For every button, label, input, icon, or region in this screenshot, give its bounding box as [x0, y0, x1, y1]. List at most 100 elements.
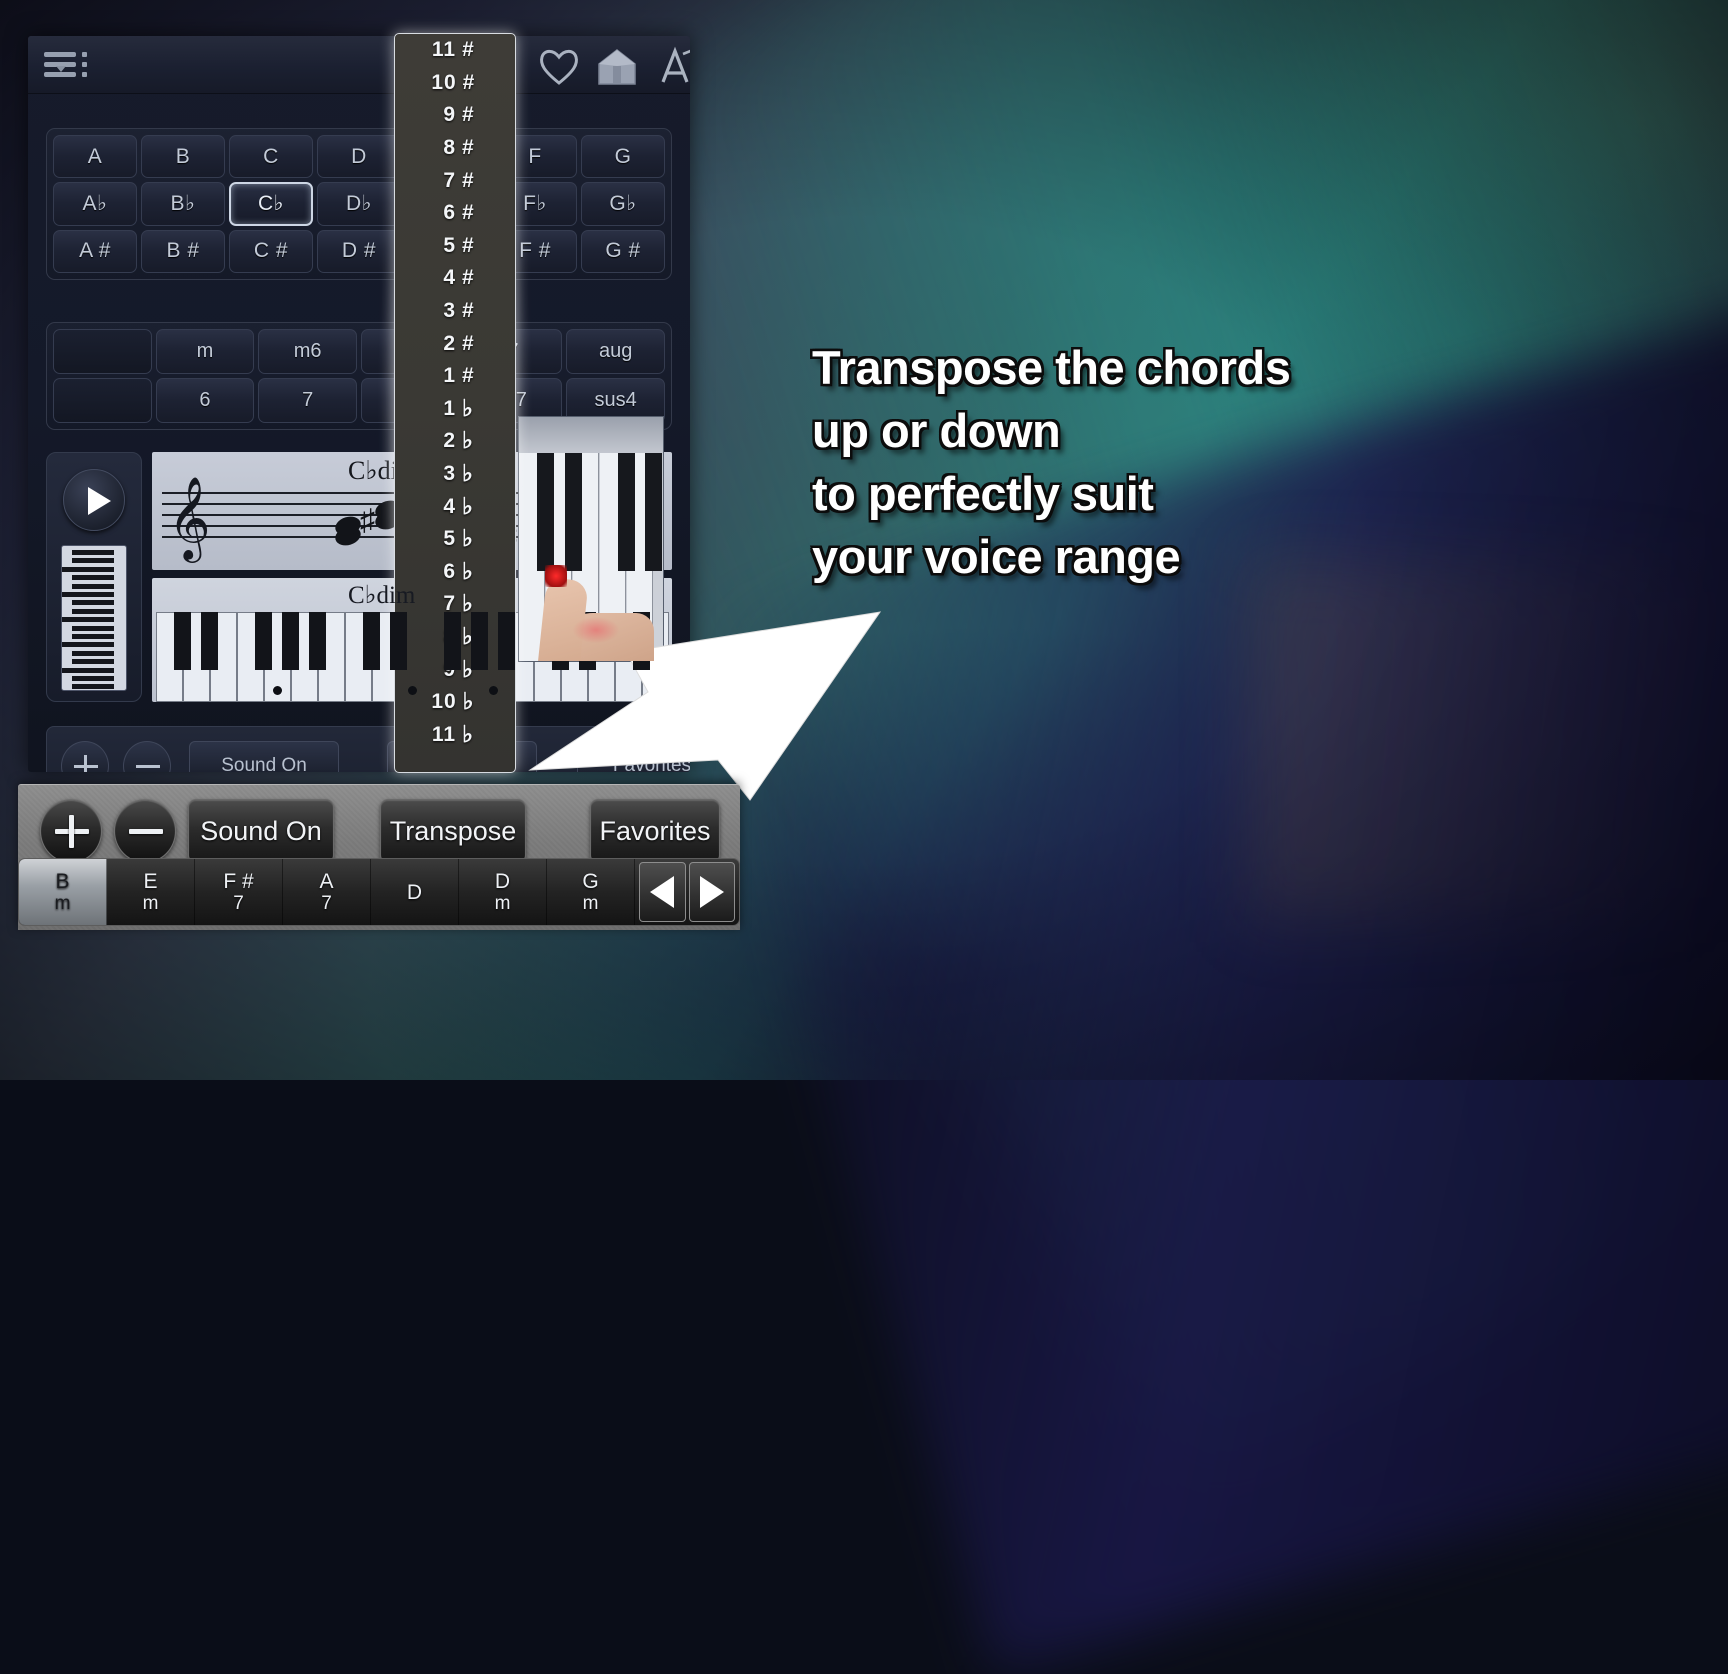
- transpose-option[interactable]: 3♭: [395, 458, 515, 491]
- transpose-option[interactable]: 11#: [395, 34, 515, 67]
- left-arrow-icon: [650, 876, 674, 908]
- mini-keyboard-key: [62, 617, 114, 622]
- transpose-option[interactable]: 2♭: [395, 425, 515, 458]
- ghost-plus-button[interactable]: [61, 741, 109, 772]
- transpose-option-number: 1: [432, 397, 456, 421]
- transpose-option-number: 1: [432, 364, 456, 388]
- transpose-button[interactable]: Transpose: [380, 799, 526, 863]
- transpose-option[interactable]: 4#: [395, 262, 515, 295]
- chord-type-button[interactable]: aug: [566, 329, 665, 374]
- sound-on-button[interactable]: Sound On: [188, 799, 334, 863]
- ghost-sound-button[interactable]: Sound On: [189, 741, 339, 772]
- root-note-button[interactable]: C♭: [229, 182, 313, 225]
- plus-button[interactable]: [40, 799, 102, 863]
- transpose-option[interactable]: 5♭: [395, 523, 515, 556]
- ghost-minus-button[interactable]: [123, 741, 171, 772]
- chord-type-button-major[interactable]: [53, 378, 152, 423]
- mini-keyboard-icon[interactable]: [61, 545, 127, 691]
- root-note-button[interactable]: B♭: [141, 182, 225, 225]
- sharp-icon: #: [462, 364, 478, 388]
- transpose-option[interactable]: 4♭: [395, 490, 515, 523]
- mini-keyboard-key: [72, 651, 114, 656]
- minus-button[interactable]: [114, 799, 176, 863]
- root-note-button[interactable]: C #: [229, 230, 313, 273]
- root-note-button[interactable]: B #: [141, 230, 225, 273]
- chord-nav-group: [639, 862, 735, 922]
- transpose-option[interactable]: 1#: [395, 360, 515, 393]
- prev-chord-button[interactable]: [639, 862, 686, 922]
- transpose-option-number: 11: [432, 38, 456, 62]
- transpose-option[interactable]: 3#: [395, 295, 515, 328]
- flat-icon: ♭: [462, 494, 478, 520]
- mini-keyboard-key: [72, 626, 114, 631]
- app-header: [28, 36, 690, 94]
- chord-strip-item[interactable]: Dm: [459, 859, 547, 925]
- about-a-icon[interactable]: [652, 44, 690, 88]
- next-chord-button[interactable]: [689, 862, 736, 922]
- root-note-button[interactable]: A♭: [53, 182, 137, 225]
- home-house-icon[interactable]: [594, 44, 640, 88]
- list-menu-icon[interactable]: [44, 50, 92, 82]
- transpose-option[interactable]: 5#: [395, 230, 515, 263]
- transpose-option[interactable]: 7#: [395, 164, 515, 197]
- flat-icon: ♭: [462, 559, 478, 585]
- chord-type-button[interactable]: 6: [156, 378, 255, 423]
- chord-suffix-label: m: [583, 893, 599, 914]
- piano-black-key: [309, 612, 326, 670]
- flat-icon: ♭: [462, 461, 478, 487]
- chord-type-button[interactable]: m6: [258, 329, 357, 374]
- chord-type-button[interactable]: 7: [258, 378, 357, 423]
- piano-black-key: [282, 612, 299, 670]
- transpose-option[interactable]: 10#: [395, 67, 515, 100]
- callout-line-3: to perfectly suit: [812, 462, 1512, 525]
- chord-sequence-strip: BmEmF #7A7DDmGm: [18, 858, 740, 926]
- transpose-option-number: 2: [432, 429, 456, 453]
- chord-root-label: G: [582, 870, 598, 893]
- transpose-option[interactable]: 1♭: [395, 393, 515, 426]
- chord-strip-item[interactable]: A7: [283, 859, 371, 925]
- piano-black-key: [255, 612, 272, 670]
- transpose-option[interactable]: 2#: [395, 327, 515, 360]
- root-note-button[interactable]: B: [141, 135, 225, 178]
- mini-keyboard-key: [72, 609, 114, 614]
- chord-type-button[interactable]: m: [156, 329, 255, 374]
- chord-suffix-label: m: [495, 893, 511, 914]
- chord-type-button-major[interactable]: [53, 329, 152, 374]
- transpose-option-number: 10: [431, 71, 456, 95]
- chord-strip-item[interactable]: F #7: [195, 859, 283, 925]
- flat-icon: ♭: [462, 526, 478, 552]
- chord-root-label: D: [495, 870, 510, 893]
- flat-icon: ♭: [462, 428, 478, 454]
- sharp-icon: #: [462, 38, 478, 62]
- play-button[interactable]: [63, 469, 125, 531]
- piano-chord-name: C♭dim: [348, 580, 415, 610]
- piano-black-key: [444, 612, 461, 670]
- sharp-icon: #: [462, 332, 478, 356]
- root-note-button[interactable]: C: [229, 135, 313, 178]
- transpose-option[interactable]: 9#: [395, 99, 515, 132]
- transpose-option-number: 5: [432, 234, 456, 258]
- chord-strip-item[interactable]: Em: [107, 859, 195, 925]
- chord-strip-item[interactable]: D: [371, 859, 459, 925]
- transpose-option[interactable]: 6#: [395, 197, 515, 230]
- sharp-icon: #: [462, 299, 478, 323]
- mini-keyboard-key: [62, 642, 114, 647]
- favorites-heart-icon[interactable]: [536, 44, 582, 88]
- root-note-button[interactable]: A: [53, 135, 137, 178]
- root-note-button[interactable]: G: [581, 135, 665, 178]
- transpose-option[interactable]: 8#: [395, 132, 515, 165]
- transpose-option-number: 8: [432, 136, 456, 160]
- piano-black-key: [363, 612, 380, 670]
- transpose-option[interactable]: 11♭: [395, 718, 515, 751]
- root-note-button[interactable]: G♭: [581, 182, 665, 225]
- callout-line-4: your voice range: [812, 525, 1512, 588]
- sharp-icon: #: [462, 169, 478, 193]
- root-note-button[interactable]: A #: [53, 230, 137, 273]
- sharp-icon: #: [462, 103, 478, 127]
- chord-strip-item[interactable]: Gm: [547, 859, 635, 925]
- piano-black-key: [201, 612, 218, 670]
- chord-strip-item[interactable]: Bm: [19, 859, 107, 925]
- transpose-option-number: 3: [432, 299, 456, 323]
- root-note-button[interactable]: G #: [581, 230, 665, 273]
- favorites-button[interactable]: Favorites: [590, 799, 720, 863]
